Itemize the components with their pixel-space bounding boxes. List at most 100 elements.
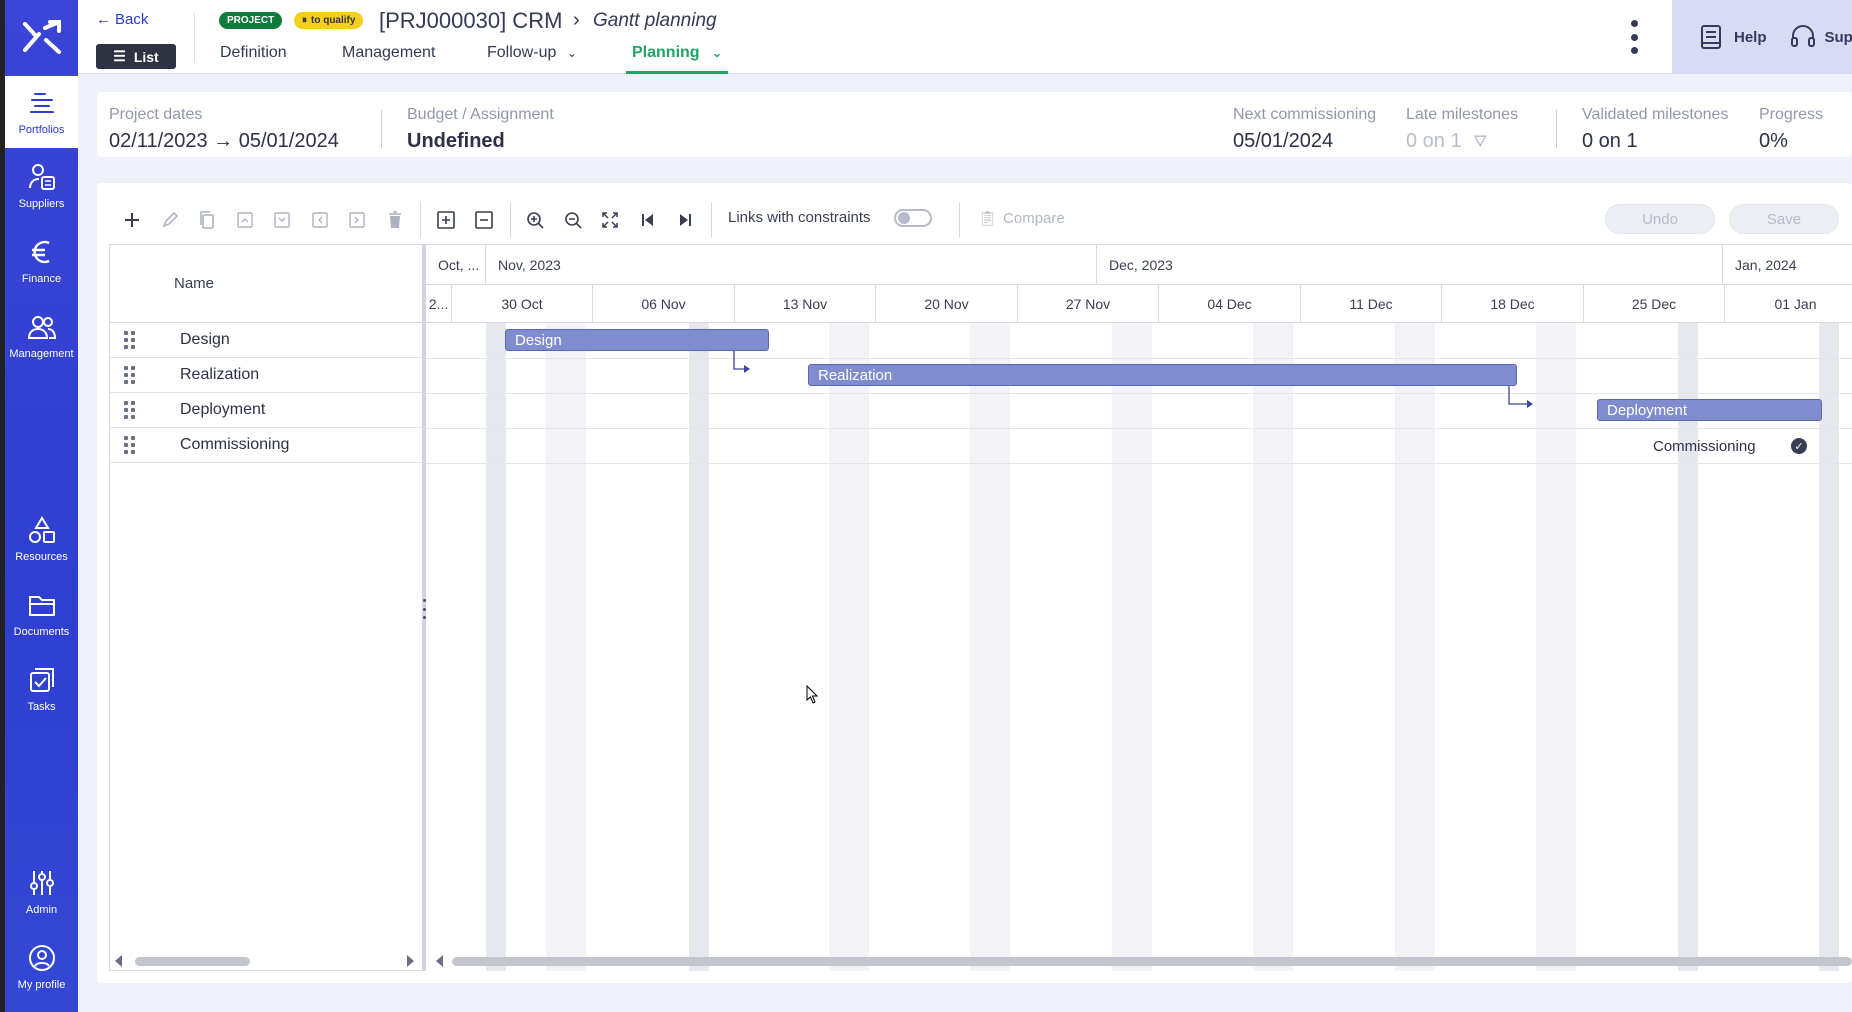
- project-dates-label: Project dates: [109, 106, 203, 123]
- suppliers-icon: [28, 164, 55, 190]
- sidebar-item-admin[interactable]: Admin: [5, 856, 78, 928]
- table-row[interactable]: Design: [110, 323, 423, 358]
- fit-to-screen-button[interactable]: [597, 207, 623, 233]
- chevron-right-icon: [349, 212, 365, 228]
- sidebar-item-resources[interactable]: Resources: [5, 503, 78, 575]
- fullscreen-icon: [602, 212, 618, 228]
- tab-management[interactable]: Management: [342, 44, 435, 74]
- copy-icon: [200, 211, 214, 229]
- sliders-icon: [29, 871, 54, 895]
- shapes-icon: [28, 516, 55, 543]
- undo-button[interactable]: Undo: [1605, 204, 1715, 234]
- compare-label: Compare: [1003, 209, 1065, 227]
- chevron-down-icon: ⌄: [566, 46, 577, 60]
- name-column-header[interactable]: Name: [174, 275, 214, 292]
- mouse-cursor-icon: [806, 685, 819, 704]
- list-icon: ☰: [113, 48, 126, 64]
- sidebar-item-documents[interactable]: Documents: [5, 578, 78, 650]
- zoom-out-button[interactable]: [560, 207, 586, 233]
- help-button[interactable]: Help: [1698, 23, 1767, 51]
- headset-icon: [1790, 25, 1815, 47]
- links-constraints-label: Links with constraints: [728, 209, 871, 226]
- filter-icon[interactable]: ⛛: [1473, 132, 1487, 151]
- arrow-left-icon: ←: [96, 11, 111, 28]
- late-milestones-label: Late milestones: [1406, 106, 1519, 123]
- list-button[interactable]: ☰ List: [96, 44, 176, 69]
- table-row[interactable]: Deployment: [110, 393, 423, 428]
- next-commissioning: Next commissioning 05/01/2024: [1233, 106, 1376, 153]
- edit-task-button[interactable]: [157, 207, 183, 233]
- budget-value: Undefined: [407, 130, 505, 152]
- task-name: Realization: [180, 366, 260, 383]
- expand-all-button[interactable]: [433, 207, 459, 233]
- scroll-thumb[interactable]: [135, 957, 250, 966]
- collapse-icon: [475, 211, 493, 229]
- sidebar-item-tasks[interactable]: Tasks: [5, 653, 78, 725]
- add-task-button[interactable]: [119, 207, 145, 233]
- save-button[interactable]: Save: [1729, 204, 1839, 234]
- links-constraints-toggle[interactable]: [894, 209, 932, 227]
- sidebar-item-management[interactable]: Management: [5, 300, 78, 372]
- scroll-left-icon[interactable]: [115, 955, 122, 967]
- drag-handle-icon[interactable]: [124, 401, 136, 419]
- validated-milestones-label: Validated milestones: [1582, 106, 1729, 123]
- move-up-button[interactable]: [232, 207, 258, 233]
- support-button[interactable]: Support: [1789, 23, 1852, 51]
- scroll-right-icon[interactable]: [407, 955, 414, 967]
- more-options-icon[interactable]: [1628, 20, 1640, 54]
- sidebar-item-portfolios[interactable]: Portfolios: [5, 76, 78, 148]
- collapse-all-button[interactable]: [471, 207, 497, 233]
- skip-back-icon: [642, 214, 653, 226]
- chevron-left-icon: [312, 212, 328, 228]
- indent-button[interactable]: [344, 207, 370, 233]
- sidebar-item-my-profile[interactable]: My profile: [5, 931, 78, 1003]
- sidebar-item-finance[interactable]: Finance: [5, 225, 78, 297]
- help-area: Help Support: [1672, 0, 1852, 74]
- scroll-left-icon[interactable]: [436, 955, 443, 967]
- back-link[interactable]: ← Back: [96, 11, 148, 28]
- chevron-right-icon: ›: [573, 9, 580, 31]
- app-logo[interactable]: [5, 0, 78, 74]
- project-dates: Project dates 02/11/2023 → 05/01/2024: [109, 106, 339, 153]
- trash-icon: [389, 211, 401, 228]
- tab-follow-up[interactable]: Follow-up ⌄: [487, 44, 577, 74]
- move-down-button[interactable]: [269, 207, 295, 233]
- task-bar-deployment[interactable]: Deployment: [1597, 399, 1822, 421]
- drag-handle-icon[interactable]: [124, 331, 136, 349]
- sidebar-item-suppliers[interactable]: Suppliers: [5, 150, 78, 222]
- milestone-check-icon[interactable]: ✓: [1791, 438, 1807, 454]
- gantt-panel: Links with constraints 📋︎ Compare Undo S…: [97, 183, 1852, 983]
- project-summary: Project dates 02/11/2023 → 05/01/2024 Bu…: [97, 92, 1852, 157]
- drag-handle-icon[interactable]: [124, 436, 136, 454]
- list-label: List: [133, 48, 159, 65]
- book-icon: [1701, 25, 1721, 49]
- summary-divider: [1556, 110, 1557, 148]
- gantt-timeline: Oct, ... Nov, 2023 Dec, 2023 Jan, 2024 2…: [426, 244, 1852, 971]
- budget-assignment: Budget / Assignment Undefined: [407, 106, 554, 153]
- delete-task-button[interactable]: [382, 207, 408, 233]
- zoom-in-button[interactable]: [522, 207, 548, 233]
- status-badge-label: to qualify: [311, 15, 356, 26]
- grid-horizontal-scrollbar[interactable]: [109, 953, 422, 969]
- task-grid: Name Design Realization Deployment Commi…: [109, 244, 423, 971]
- header: ← Back ☰ List PROJECT ⏸ to qualify [PRJ0…: [78, 0, 1672, 74]
- table-row[interactable]: Realization: [110, 358, 423, 393]
- scroll-thumb[interactable]: [452, 957, 1852, 966]
- expand-icon: [437, 211, 455, 229]
- compare-button[interactable]: 📋︎ Compare: [978, 209, 1065, 228]
- task-bar-realization[interactable]: Realization: [808, 364, 1517, 386]
- drag-handle-icon[interactable]: [124, 366, 136, 384]
- table-row[interactable]: Commissioning: [110, 428, 423, 463]
- late-milestones-value[interactable]: 0 on 1 ⛛: [1406, 130, 1518, 153]
- timeline-horizontal-scrollbar[interactable]: [426, 953, 1852, 969]
- sidebar-item-label: Tasks: [27, 701, 56, 713]
- copy-task-button[interactable]: [194, 207, 220, 233]
- outdent-button[interactable]: [307, 207, 333, 233]
- milestone-label: Commissioning: [1653, 438, 1756, 455]
- go-to-start-button[interactable]: [635, 207, 661, 233]
- go-to-end-button[interactable]: [672, 207, 698, 233]
- tab-definition[interactable]: Definition: [220, 44, 287, 74]
- tab-planning[interactable]: Planning ⌄: [626, 44, 729, 74]
- task-bar-design[interactable]: Design: [505, 329, 769, 351]
- skip-forward-icon: [680, 214, 691, 226]
